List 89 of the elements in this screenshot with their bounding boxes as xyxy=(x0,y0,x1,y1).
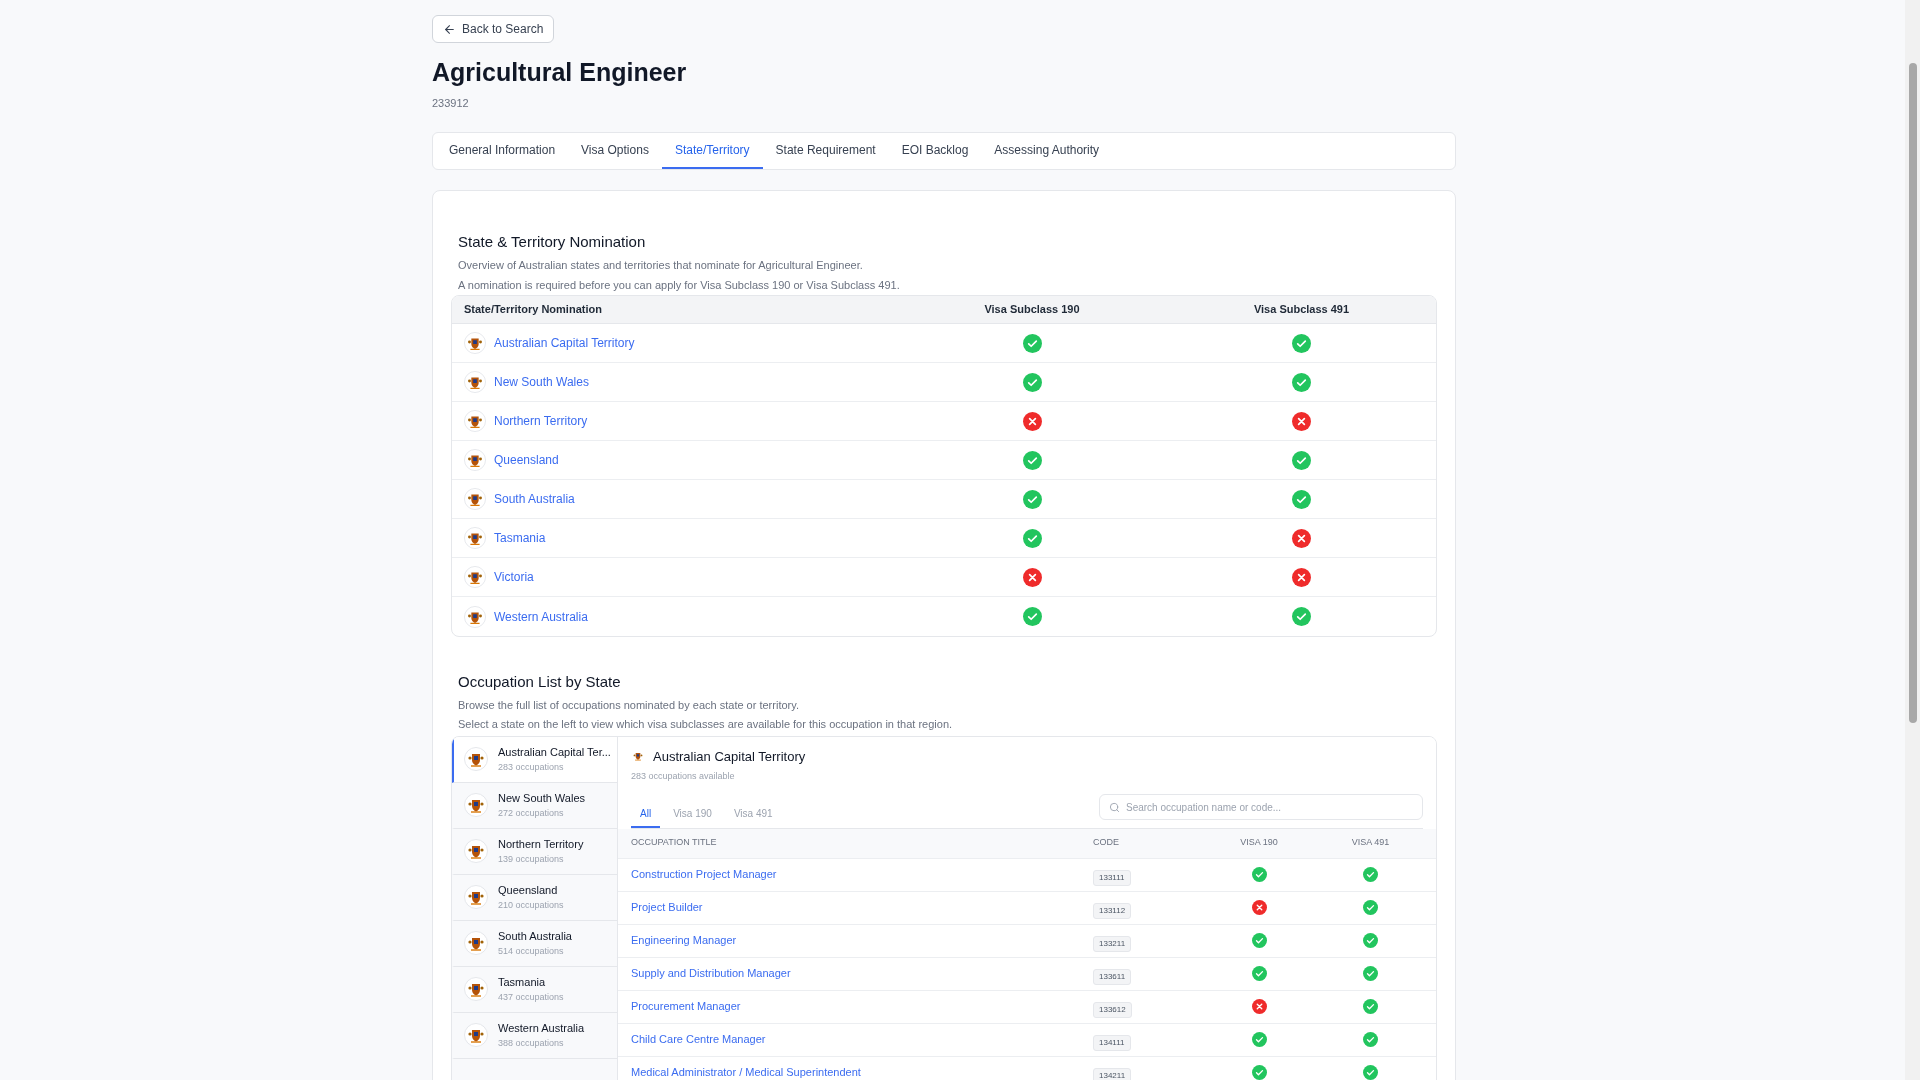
column-header: CODE xyxy=(1093,836,1120,850)
state-list-item[interactable]: Queensland 210 occupations xyxy=(452,874,617,921)
tab[interactable]: State/Territory xyxy=(661,132,763,169)
crest-icon xyxy=(464,332,486,354)
state-link[interactable]: New South Wales xyxy=(494,373,589,391)
state-link[interactable]: Northern Territory xyxy=(494,412,588,430)
column-header: VISA 491 xyxy=(1350,836,1391,850)
occupation-count: 210 occupations xyxy=(498,898,564,912)
filter-tab[interactable]: All xyxy=(631,801,661,828)
code-badge: 133612 xyxy=(1093,1001,1132,1018)
panel-subtitle: 283 occupations available xyxy=(631,770,736,783)
crest-icon xyxy=(464,977,488,1001)
occupation-count: 388 occupations xyxy=(498,1036,565,1050)
column-header: VISA 190 xyxy=(1239,836,1279,850)
state-name: New South Wales xyxy=(498,791,586,806)
crest-icon xyxy=(464,793,488,817)
section-description: Browse the full list of occupations nominated by each state or territory. xyxy=(458,697,800,713)
crest-icon xyxy=(464,931,488,955)
page-title: Agricultural Engineer xyxy=(432,57,688,88)
state-link[interactable]: South Australia xyxy=(494,490,575,508)
occupation-count: 437 occupations xyxy=(498,990,564,1004)
column-header: OCCUPATION TITLE xyxy=(631,836,718,850)
code-badge: 133112 xyxy=(1093,902,1132,919)
occupation-count: 139 occupations xyxy=(498,852,565,866)
code-badge: 133611 xyxy=(1093,968,1132,985)
section-title: Occupation List by State xyxy=(458,672,622,692)
panel-title: Australian Capital Territory xyxy=(653,747,806,766)
crest-icon xyxy=(464,747,488,771)
tab[interactable]: State Requirement xyxy=(762,132,889,169)
state-list-item[interactable]: Northern Territory 139 occupations xyxy=(452,828,617,875)
state-name: South Australia xyxy=(498,929,572,944)
crest-icon xyxy=(464,371,486,393)
occupation-link[interactable]: Construction Project Manager xyxy=(631,866,1093,883)
tab[interactable]: Assessing Authority xyxy=(981,132,1113,169)
state-list-item[interactable]: Tasmania 437 occupations xyxy=(452,966,617,1013)
state-link[interactable]: Tasmania xyxy=(494,529,546,547)
code-badge: 133111 xyxy=(1093,869,1131,886)
state-link[interactable]: Victoria xyxy=(494,568,534,586)
state-list-item[interactable]: South Australia 514 occupations xyxy=(452,920,617,967)
occupation-count: 272 occupations xyxy=(498,806,565,820)
tab[interactable]: Visa Options xyxy=(568,132,662,169)
section-description: Select a state on the left to view which visa subclasses are available for this occupation in that region. xyxy=(458,716,954,732)
section-title: State & Territory Nomination xyxy=(458,231,647,252)
state-link[interactable]: Western Australia xyxy=(494,607,588,626)
tab[interactable]: General Information xyxy=(436,132,569,169)
state-name: Australian Capital Ter... xyxy=(498,745,611,760)
crest-icon xyxy=(464,566,486,588)
code-badge: 134111 xyxy=(1093,1034,1131,1051)
crest-icon xyxy=(464,449,486,471)
state-list-item[interactable]: New South Wales 272 occupations xyxy=(452,782,617,829)
state-name: Tasmania xyxy=(498,975,547,990)
occupation-link[interactable]: Medical Administrator / Medical Superintendent xyxy=(631,1064,1093,1080)
column-header: Visa Subclass 491 xyxy=(1252,302,1351,318)
occupation-count: 283 occupations xyxy=(498,760,565,774)
occupation-code: 233912 xyxy=(432,96,470,111)
column-header: Visa Subclass 190 xyxy=(983,302,1081,318)
occupation-link[interactable]: Procurement Manager xyxy=(631,998,1093,1015)
crest-icon xyxy=(464,527,486,549)
back-button[interactable]: Back to Search xyxy=(432,15,555,43)
crest-icon xyxy=(464,839,488,863)
occupation-count: 514 occupations xyxy=(498,944,565,958)
state-name: Queensland xyxy=(498,883,559,898)
section-description: Overview of Australian states and territories that nominate for Agricultural Engineer. xyxy=(458,258,864,273)
state-list-item[interactable]: Australian Capital Ter... 283 occupations xyxy=(452,736,617,783)
column-header: State/Territory Nomination xyxy=(463,302,603,318)
state-name: Western Australia xyxy=(498,1021,584,1036)
back-arrow-icon xyxy=(443,22,456,36)
state-name: Northern Territory xyxy=(498,837,584,852)
crest-icon xyxy=(464,885,488,909)
occupation-link[interactable]: Engineering Manager xyxy=(631,932,1093,949)
state-link[interactable]: Australian Capital Territory xyxy=(494,334,635,352)
tab[interactable]: EOI Backlog xyxy=(888,132,982,169)
state-list-item[interactable]: Western Australia 388 occupations xyxy=(452,1012,617,1059)
filter-tab[interactable]: Visa 491 xyxy=(724,801,782,828)
section-description: A nomination is required before you can apply for Visa Subclass 190 or Visa Subclass 491. xyxy=(458,278,901,293)
occupation-link[interactable]: Supply and Distribution Manager xyxy=(631,965,1093,982)
code-badge: 134211 xyxy=(1093,1067,1132,1080)
crest-icon xyxy=(464,410,486,432)
search-field[interactable]: Search occupation name or code... xyxy=(1099,794,1423,820)
filter-tab[interactable]: Visa 190 xyxy=(664,801,721,828)
occupation-link[interactable]: Child Care Centre Manager xyxy=(631,1031,1093,1048)
crest-icon xyxy=(464,605,486,628)
crest-icon xyxy=(464,488,486,510)
state-link[interactable]: Queensland xyxy=(494,451,559,469)
occupation-link[interactable]: Project Builder xyxy=(631,899,1093,916)
crest-icon xyxy=(464,1023,488,1047)
code-badge: 133211 xyxy=(1093,935,1132,952)
search-icon xyxy=(1109,801,1120,813)
scrollbar[interactable] xyxy=(1905,0,1920,1080)
